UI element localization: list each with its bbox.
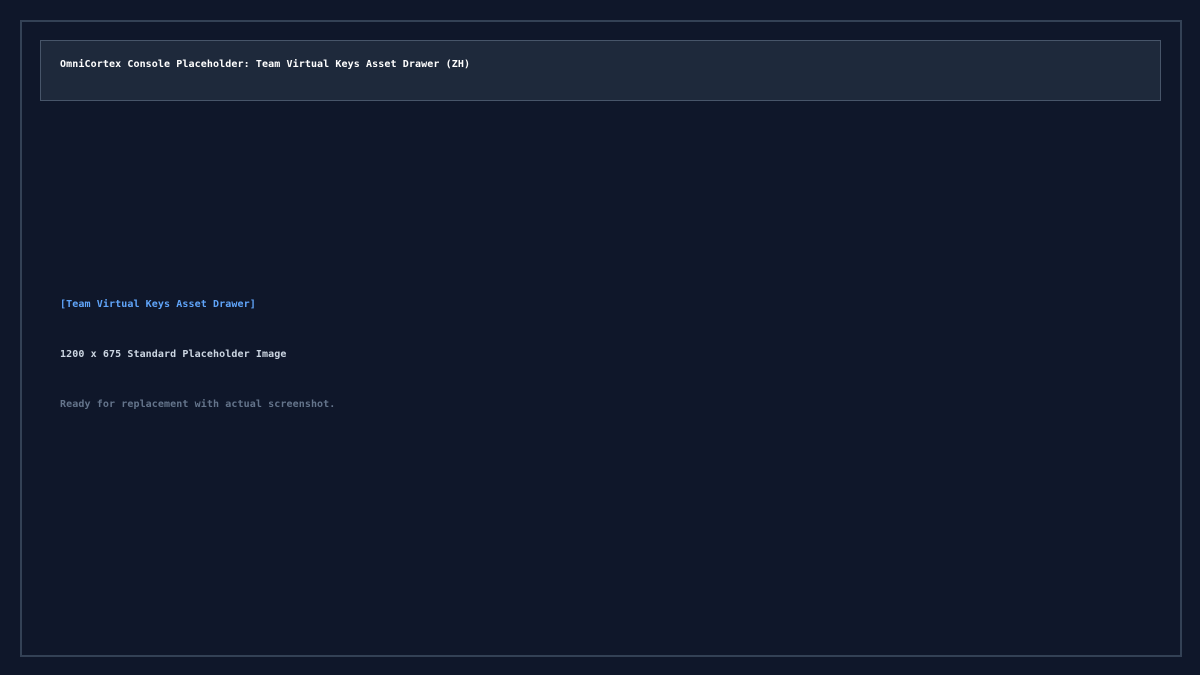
- image-dimensions-text: 1200 x 675 Standard Placeholder Image: [60, 349, 287, 360]
- status-text: Ready for replacement with actual screen…: [60, 399, 336, 410]
- drawer-tag-label: [Team Virtual Keys Asset Drawer]: [60, 299, 256, 310]
- header-bar: OmniCortex Console Placeholder: Team Vir…: [40, 40, 1161, 101]
- placeholder-frame: [20, 20, 1182, 657]
- page-title: OmniCortex Console Placeholder: Team Vir…: [60, 59, 471, 70]
